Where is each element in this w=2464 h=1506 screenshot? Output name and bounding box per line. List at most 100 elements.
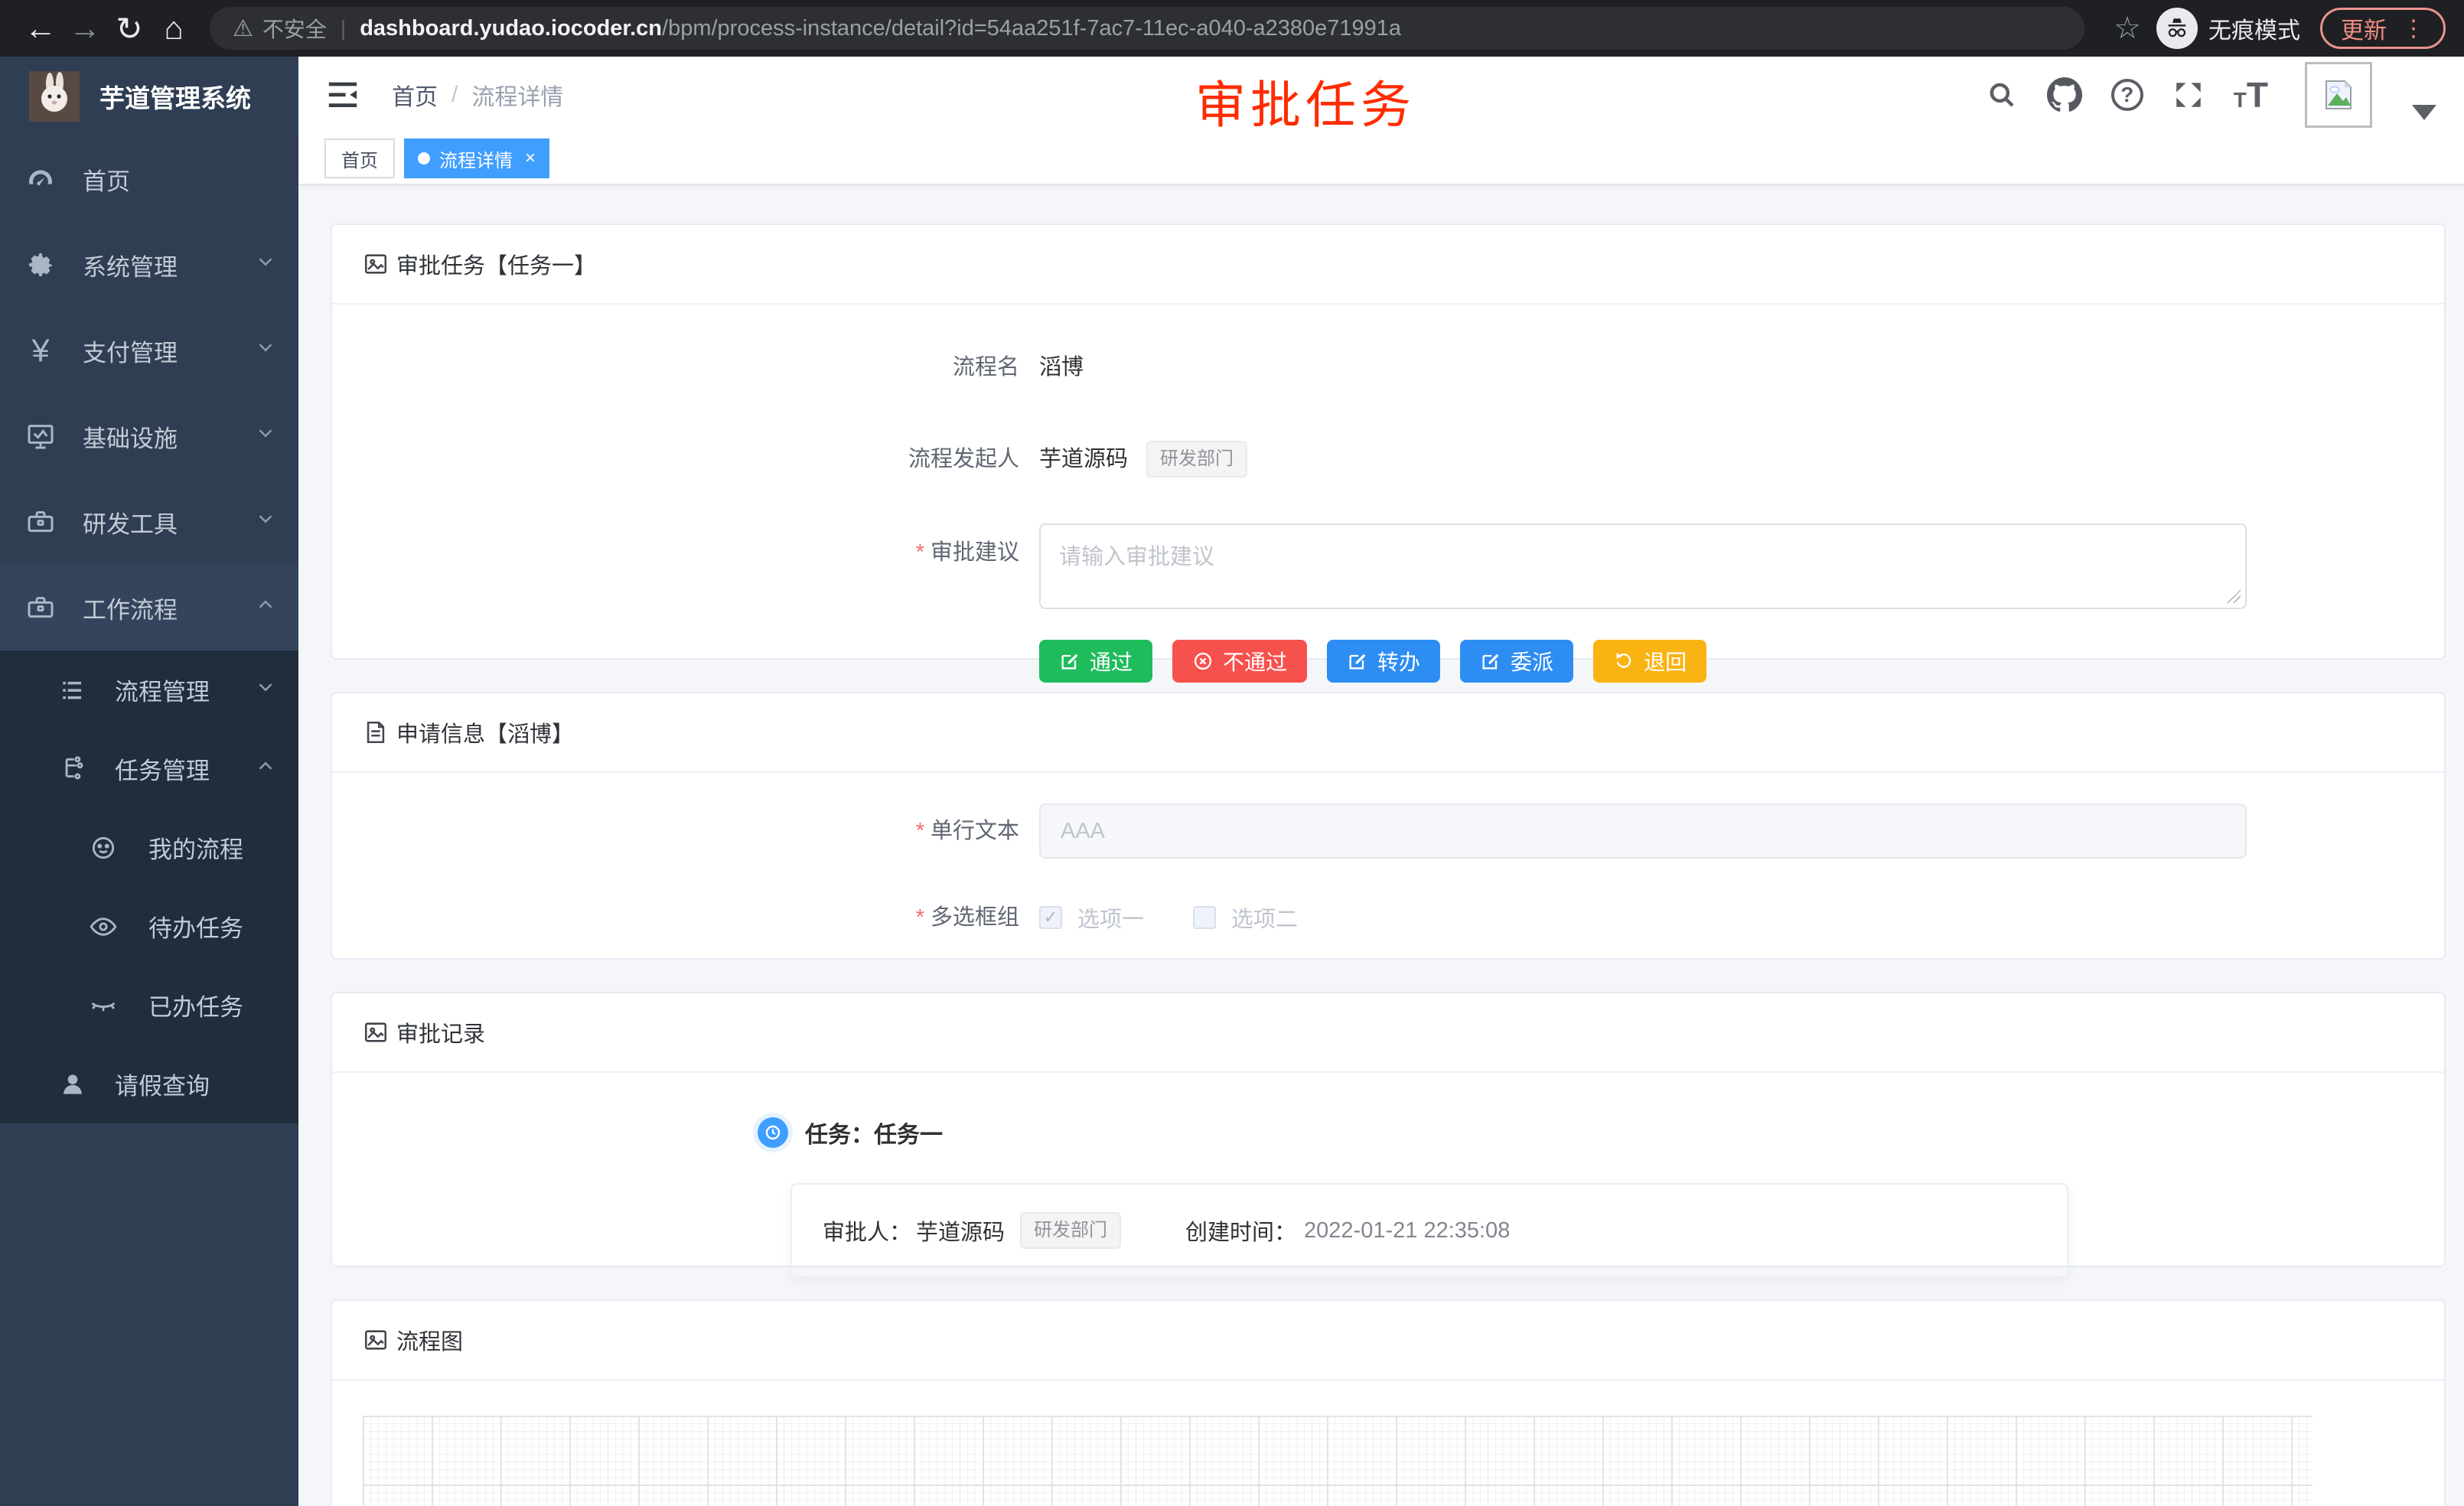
- sidebar-item-task-mgmt[interactable]: 任务管理: [0, 729, 298, 808]
- sidebar-item-leave-query[interactable]: 请假查询: [0, 1045, 298, 1123]
- navbar: 首页 / 流程详情 审批任务 ? TT: [298, 57, 2464, 133]
- dashboard-icon: [23, 161, 58, 197]
- breadcrumb-separator: /: [451, 82, 458, 108]
- sidebar-item-label: 请假查询: [115, 1067, 277, 1101]
- sidebar-item-label: 任务管理: [115, 751, 254, 786]
- face-icon: [86, 830, 121, 865]
- approver-name: 芋道源码: [916, 1214, 1005, 1247]
- incognito-indicator: 无痕模式: [2156, 8, 2300, 49]
- suggestion-textarea[interactable]: 请输入审批建议: [1039, 523, 2247, 609]
- process-name-label: 流程名: [363, 340, 1039, 395]
- bpmn-grid-canvas[interactable]: [363, 1416, 2312, 1506]
- card-title: 申请信息【滔博】: [396, 716, 574, 748]
- sidebar-item-home[interactable]: 首页: [0, 136, 298, 222]
- timeline-item: 任务：任务一: [758, 1116, 2413, 1149]
- help-icon[interactable]: ?: [2111, 79, 2143, 111]
- created-time: 2022-01-21 22:35:08: [1304, 1218, 1510, 1244]
- return-button[interactable]: 退回: [1593, 640, 1706, 683]
- tab-close-icon[interactable]: ×: [525, 148, 536, 169]
- request-info-card: 申请信息【滔博】 *单行文本 AAA *多选框组: [331, 692, 2446, 960]
- browser-reload-icon[interactable]: ↻: [107, 10, 152, 47]
- chevron-up-icon: [254, 593, 277, 622]
- sidebar-item-label: 待办任务: [148, 909, 277, 944]
- checkbox-label: 选项二: [1231, 901, 1298, 934]
- tree-icon: [55, 751, 90, 787]
- text-field-value: AAA: [1061, 819, 1105, 844]
- process-name-value: 滔博: [1039, 340, 1084, 395]
- active-tab-dot-icon: [418, 152, 430, 165]
- update-label: 更新: [2341, 11, 2387, 45]
- avatar-dropdown-caret-icon[interactable]: [2412, 105, 2436, 120]
- checkbox-option-2: 选项二: [1193, 901, 1298, 934]
- card-title: 审批任务【任务一】: [396, 248, 596, 280]
- sidebar-item-label: 我的流程: [148, 830, 277, 865]
- incognito-label: 无痕模式: [2208, 11, 2300, 45]
- fullscreen-icon[interactable]: [2172, 79, 2205, 111]
- yen-icon: ¥: [23, 333, 58, 368]
- resize-grip[interactable]: [2227, 589, 2241, 603]
- font-size-icon[interactable]: TT: [2234, 77, 2268, 112]
- tab-process-detail[interactable]: 流程详情 ×: [404, 139, 549, 178]
- sidebar-item-devtools[interactable]: 研发工具: [0, 479, 298, 565]
- avatar[interactable]: [2305, 62, 2372, 128]
- workflow-submenu: 流程管理 任务管理 我的流程: [0, 650, 298, 1123]
- app-logo: [29, 71, 80, 122]
- app-logo-row[interactable]: 芋道管理系统: [0, 57, 298, 136]
- single-line-text-input: AAA: [1039, 804, 2247, 859]
- approve-button[interactable]: 通过: [1039, 640, 1152, 683]
- bookmark-star-icon[interactable]: ☆: [2114, 11, 2141, 46]
- sidebar-item-label: 研发工具: [83, 505, 254, 539]
- transfer-button[interactable]: 转办: [1327, 640, 1440, 683]
- sidebar: 芋道管理系统 首页 系统管理 ¥ 支付管理: [0, 57, 298, 1506]
- address-bar[interactable]: ⚠ 不安全 | dashboard.yudao.iocoder.cn/bpm/p…: [210, 7, 2084, 50]
- browser-forward-icon[interactable]: →: [63, 10, 107, 47]
- delegate-button[interactable]: 委派: [1460, 640, 1573, 683]
- reject-button[interactable]: 不通过: [1172, 640, 1307, 683]
- sidebar-item-my-process[interactable]: 我的流程: [0, 808, 298, 887]
- search-icon[interactable]: [1986, 79, 2018, 111]
- picture-icon: [363, 1327, 389, 1353]
- url-separator: |: [341, 16, 346, 41]
- tab-home[interactable]: 首页: [324, 139, 395, 178]
- toolbox-icon: [23, 590, 58, 625]
- chevron-down-icon: [254, 676, 277, 705]
- tab-bar: 首页 流程详情 ×: [298, 133, 2464, 185]
- sidebar-collapse-icon[interactable]: [326, 80, 360, 110]
- checkbox-group-label: 多选框组: [931, 905, 1019, 930]
- browser-back-icon[interactable]: ←: [18, 10, 63, 47]
- sidebar-item-label: 支付管理: [83, 334, 254, 368]
- eye-closed-icon: [86, 988, 121, 1023]
- sidebar-item-label: 流程管理: [115, 673, 254, 707]
- picture-icon: [363, 1019, 389, 1045]
- sidebar-item-payment[interactable]: ¥ 支付管理: [0, 308, 298, 393]
- chevron-up-icon: [254, 755, 277, 784]
- document-icon: [363, 719, 389, 745]
- tab-label: 流程详情: [439, 145, 513, 172]
- sidebar-item-process-mgmt[interactable]: 流程管理: [0, 650, 298, 729]
- sidebar-item-workflow[interactable]: 工作流程: [0, 565, 298, 650]
- sidebar-item-todo-tasks[interactable]: 待办任务: [0, 887, 298, 966]
- dept-tag: 研发部门: [1146, 441, 1247, 478]
- suggestion-label: 审批建议: [931, 540, 1019, 565]
- browser-home-icon[interactable]: ⌂: [152, 10, 196, 47]
- screen: ← → ↻ ⌂ ⚠ 不安全 | dashboard.yudao.iocoder.…: [0, 0, 2464, 1506]
- gear-icon: [23, 247, 58, 282]
- card-title: 审批记录: [396, 1016, 485, 1048]
- required-asterisk: *: [916, 819, 924, 843]
- process-diagram-card: 流程图: [331, 1299, 2446, 1506]
- browser-chrome: ← → ↻ ⌂ ⚠ 不安全 | dashboard.yudao.iocoder.…: [0, 0, 2464, 57]
- button-label: 通过: [1090, 646, 1133, 676]
- browser-menu-icon[interactable]: ⋮: [2402, 15, 2425, 42]
- sidebar-item-done-tasks[interactable]: 已办任务: [0, 966, 298, 1045]
- sidebar-item-label: 首页: [83, 162, 277, 197]
- github-icon[interactable]: [2047, 77, 2082, 112]
- breadcrumb-home[interactable]: 首页: [392, 78, 438, 112]
- tab-label: 首页: [341, 145, 378, 172]
- button-label: 转办: [1377, 646, 1420, 676]
- browser-update-button[interactable]: 更新 ⋮: [2320, 8, 2446, 49]
- app-title: 芋道管理系统: [99, 78, 251, 115]
- annotation-overlay-text: 审批任务: [1195, 64, 1416, 138]
- sidebar-item-infrastructure[interactable]: 基础设施: [0, 393, 298, 479]
- sidebar-item-system[interactable]: 系统管理: [0, 222, 298, 308]
- incognito-icon: [2156, 8, 2198, 49]
